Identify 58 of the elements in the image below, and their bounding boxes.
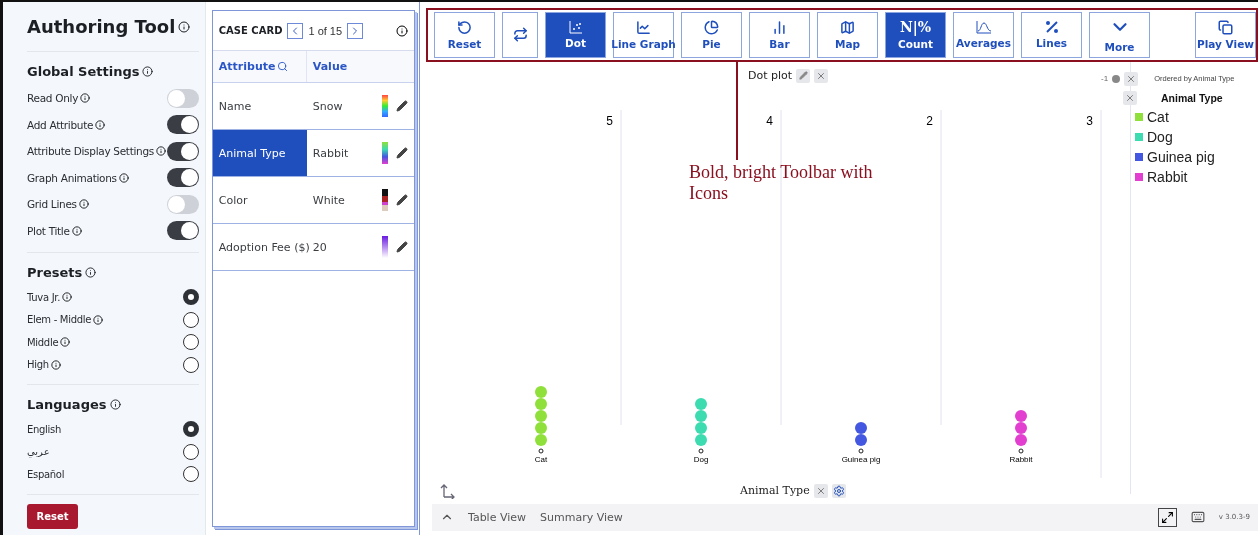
setting-label: Plot Title <box>27 224 70 237</box>
view-tab[interactable]: Summary View <box>540 510 623 524</box>
toolbar-button[interactable]: Pie <box>681 12 742 58</box>
section-title: Global Settings <box>27 64 140 79</box>
setting-label: Read Only <box>27 92 79 105</box>
category-label: Dog <box>693 454 709 464</box>
legend-label: Cat <box>1147 109 1169 126</box>
setting-label: Graph Animations <box>27 171 117 184</box>
count-label: 5 <box>606 113 613 128</box>
category-label: Rabbit <box>1009 454 1033 464</box>
toolbar-button[interactable]: Bar <box>749 12 810 58</box>
value-cell: 20 <box>312 240 327 254</box>
filter-value: -1 <box>1101 74 1109 84</box>
reset-button[interactable]: Reset <box>27 504 78 529</box>
setting-label: Grid Lines <box>27 198 77 211</box>
toolbar-button[interactable]: Line Graph <box>613 12 674 58</box>
setting-label: عربي <box>27 446 50 458</box>
setting-label: Middle <box>27 336 59 348</box>
column-header: Value <box>311 59 349 75</box>
plot-title: Dot plot <box>747 69 793 83</box>
toolbar-button[interactable]: Lines <box>1021 12 1082 58</box>
annotation-text: Bold, bright Toolbar with Icons <box>689 161 874 204</box>
value-cell: White <box>312 193 345 207</box>
value-cell: Snow <box>312 99 343 113</box>
legend-label: Rabbit <box>1147 169 1188 186</box>
panel-title: Authoring Tool <box>27 16 176 37</box>
category-label: Cat <box>534 454 548 464</box>
toolbar-button[interactable]: Dot <box>545 12 606 58</box>
view-tab[interactable]: Table View <box>468 510 527 524</box>
value-cell: Rabbit <box>312 146 349 160</box>
toolbar-button[interactable]: Averages <box>953 12 1014 58</box>
count-label: 4 <box>766 113 773 128</box>
column-header[interactable]: Attribute <box>212 51 307 82</box>
card-title: CASE CARD <box>218 25 283 36</box>
toolbar-button[interactable]: More <box>1089 12 1150 58</box>
section-title: Languages <box>27 397 107 412</box>
setting-label: Español <box>27 468 65 480</box>
setting-label: Tuva Jr. <box>27 291 61 303</box>
attribute-cell[interactable]: Animal Type <box>212 130 307 176</box>
case-position: 1 of 15 <box>308 24 343 37</box>
count-label: 2 <box>926 113 933 128</box>
setting-label: Elem - Middle <box>27 314 92 326</box>
axis-label: Animal Type <box>740 484 810 498</box>
legend-label: Guinea pig <box>1147 149 1215 166</box>
legend-label: Dog <box>1147 129 1173 146</box>
legend-title: Animal Type <box>1161 91 1223 104</box>
toolbar-button[interactable]: Play View <box>1195 12 1256 58</box>
setting-label: Attribute Display Settings <box>27 145 154 158</box>
count-label: 3 <box>1086 113 1093 128</box>
setting-label: Add Attribute <box>27 118 94 131</box>
toolbar-button[interactable]: Map <box>817 12 878 58</box>
setting-label: High <box>27 359 49 371</box>
category-label: Guinea pig <box>841 454 881 464</box>
toolbar-button[interactable]: N|% Count <box>885 12 946 58</box>
section-title: Presets <box>27 265 83 280</box>
toolbar-button[interactable]: Reset <box>434 12 495 58</box>
setting-label: English <box>27 423 61 435</box>
count-glyph: N|% <box>899 19 932 36</box>
